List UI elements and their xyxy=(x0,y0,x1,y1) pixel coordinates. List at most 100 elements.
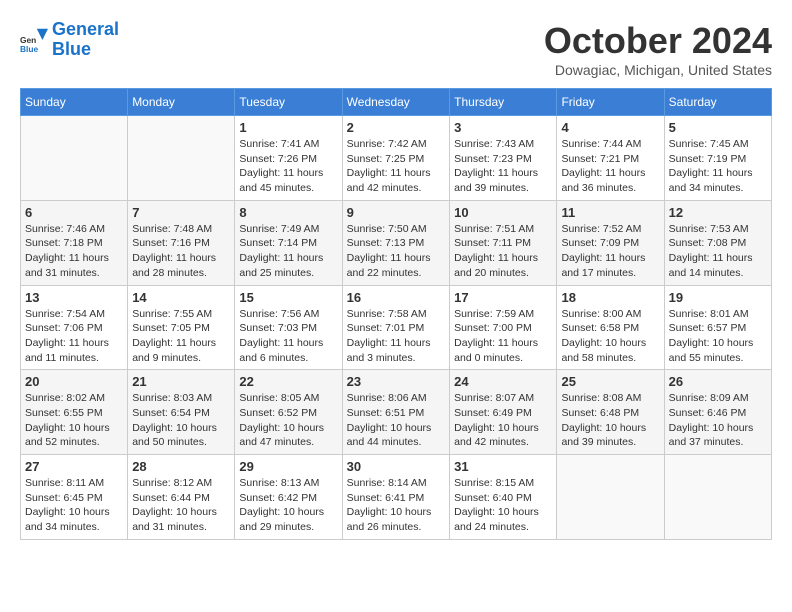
table-row: 25 Sunrise: 8:08 AMSunset: 6:48 PMDayligh… xyxy=(557,370,664,455)
day-number: 16 xyxy=(347,290,446,305)
table-row xyxy=(128,116,235,201)
day-info: Sunrise: 8:01 AMSunset: 6:57 PMDaylight:… xyxy=(669,307,767,366)
table-row: 8 Sunrise: 7:49 AMSunset: 7:14 PMDaylight… xyxy=(235,200,342,285)
day-number: 14 xyxy=(132,290,230,305)
day-info: Sunrise: 7:58 AMSunset: 7:01 PMDaylight:… xyxy=(347,307,446,366)
day-number: 6 xyxy=(25,205,123,220)
table-row: 6 Sunrise: 7:46 AMSunset: 7:18 PMDaylight… xyxy=(21,200,128,285)
day-info: Sunrise: 7:42 AMSunset: 7:25 PMDaylight:… xyxy=(347,137,446,196)
logo-text: General Blue xyxy=(52,20,119,60)
col-tuesday: Tuesday xyxy=(235,89,342,116)
month-title: October 2024 xyxy=(544,20,772,62)
logo-line2: Blue xyxy=(52,39,91,59)
col-thursday: Thursday xyxy=(450,89,557,116)
day-info: Sunrise: 7:51 AMSunset: 7:11 PMDaylight:… xyxy=(454,222,552,281)
day-info: Sunrise: 7:52 AMSunset: 7:09 PMDaylight:… xyxy=(561,222,659,281)
day-info: Sunrise: 8:07 AMSunset: 6:49 PMDaylight:… xyxy=(454,391,552,450)
day-info: Sunrise: 8:11 AMSunset: 6:45 PMDaylight:… xyxy=(25,476,123,535)
col-wednesday: Wednesday xyxy=(342,89,450,116)
day-info: Sunrise: 7:59 AMSunset: 7:00 PMDaylight:… xyxy=(454,307,552,366)
day-number: 7 xyxy=(132,205,230,220)
day-number: 9 xyxy=(347,205,446,220)
location: Dowagiac, Michigan, United States xyxy=(544,62,772,78)
day-number: 2 xyxy=(347,120,446,135)
col-sunday: Sunday xyxy=(21,89,128,116)
table-row: 30 Sunrise: 8:14 AMSunset: 6:41 PMDayligh… xyxy=(342,455,450,540)
day-info: Sunrise: 7:50 AMSunset: 7:13 PMDaylight:… xyxy=(347,222,446,281)
day-number: 18 xyxy=(561,290,659,305)
day-number: 4 xyxy=(561,120,659,135)
table-row: 24 Sunrise: 8:07 AMSunset: 6:49 PMDayligh… xyxy=(450,370,557,455)
day-number: 8 xyxy=(239,205,337,220)
day-number: 19 xyxy=(669,290,767,305)
table-row: 28 Sunrise: 8:12 AMSunset: 6:44 PMDayligh… xyxy=(128,455,235,540)
day-number: 25 xyxy=(561,374,659,389)
table-row xyxy=(21,116,128,201)
table-row: 27 Sunrise: 8:11 AMSunset: 6:45 PMDayligh… xyxy=(21,455,128,540)
table-row: 15 Sunrise: 7:56 AMSunset: 7:03 PMDayligh… xyxy=(235,285,342,370)
calendar-table: Sunday Monday Tuesday Wednesday Thursday… xyxy=(20,88,772,540)
day-info: Sunrise: 8:00 AMSunset: 6:58 PMDaylight:… xyxy=(561,307,659,366)
day-info: Sunrise: 8:03 AMSunset: 6:54 PMDaylight:… xyxy=(132,391,230,450)
table-row xyxy=(664,455,771,540)
day-info: Sunrise: 7:56 AMSunset: 7:03 PMDaylight:… xyxy=(239,307,337,366)
table-row: 23Sunrise: 8:06 AMSunset: 6:51 PMDayligh… xyxy=(342,370,450,455)
table-row: 17 Sunrise: 7:59 AMSunset: 7:00 PMDayligh… xyxy=(450,285,557,370)
day-info: Sunrise: 7:55 AMSunset: 7:05 PMDaylight:… xyxy=(132,307,230,366)
day-number: 3 xyxy=(454,120,552,135)
day-info: Sunrise: 8:12 AMSunset: 6:44 PMDaylight:… xyxy=(132,476,230,535)
table-row: 12 Sunrise: 7:53 AMSunset: 7:08 PMDayligh… xyxy=(664,200,771,285)
calendar-header-row: Sunday Monday Tuesday Wednesday Thursday… xyxy=(21,89,772,116)
day-number: 12 xyxy=(669,205,767,220)
table-row: 31 Sunrise: 8:15 AMSunset: 6:40 PMDayligh… xyxy=(450,455,557,540)
table-row: 11Sunrise: 7:52 AMSunset: 7:09 PMDayligh… xyxy=(557,200,664,285)
table-row: 5Sunrise: 7:45 AMSunset: 7:19 PMDaylight… xyxy=(664,116,771,201)
table-row: 13Sunrise: 7:54 AMSunset: 7:06 PMDayligh… xyxy=(21,285,128,370)
day-info: Sunrise: 8:08 AMSunset: 6:48 PMDaylight:… xyxy=(561,391,659,450)
table-row: 14 Sunrise: 7:55 AMSunset: 7:05 PMDayligh… xyxy=(128,285,235,370)
col-saturday: Saturday xyxy=(664,89,771,116)
day-info: Sunrise: 7:45 AMSunset: 7:19 PMDaylight:… xyxy=(669,137,767,196)
table-row xyxy=(557,455,664,540)
logo: GenBlue General Blue xyxy=(20,20,119,60)
day-number: 17 xyxy=(454,290,552,305)
day-number: 24 xyxy=(454,374,552,389)
day-info: Sunrise: 8:05 AMSunset: 6:52 PMDaylight:… xyxy=(239,391,337,450)
day-info: Sunrise: 8:15 AMSunset: 6:40 PMDaylight:… xyxy=(454,476,552,535)
day-number: 26 xyxy=(669,374,767,389)
table-row: 4Sunrise: 7:44 AMSunset: 7:21 PMDaylight… xyxy=(557,116,664,201)
day-info: Sunrise: 7:53 AMSunset: 7:08 PMDaylight:… xyxy=(669,222,767,281)
day-info: Sunrise: 7:43 AMSunset: 7:23 PMDaylight:… xyxy=(454,137,552,196)
day-info: Sunrise: 7:41 AMSunset: 7:26 PMDaylight:… xyxy=(239,137,337,196)
col-friday: Friday xyxy=(557,89,664,116)
day-number: 1 xyxy=(239,120,337,135)
calendar-week-row: 13Sunrise: 7:54 AMSunset: 7:06 PMDayligh… xyxy=(21,285,772,370)
day-number: 31 xyxy=(454,459,552,474)
day-number: 23 xyxy=(347,374,446,389)
table-row: 9 Sunrise: 7:50 AMSunset: 7:13 PMDaylight… xyxy=(342,200,450,285)
logo-line1: General xyxy=(52,19,119,39)
day-number: 22 xyxy=(239,374,337,389)
day-info: Sunrise: 8:13 AMSunset: 6:42 PMDaylight:… xyxy=(239,476,337,535)
day-info: Sunrise: 7:49 AMSunset: 7:14 PMDaylight:… xyxy=(239,222,337,281)
table-row: 21Sunrise: 8:03 AMSunset: 6:54 PMDayligh… xyxy=(128,370,235,455)
table-row: 29 Sunrise: 8:13 AMSunset: 6:42 PMDayligh… xyxy=(235,455,342,540)
page-header: GenBlue General Blue October 2024 Dowagi… xyxy=(20,20,772,78)
logo-icon: GenBlue xyxy=(20,26,48,54)
table-row: 22 Sunrise: 8:05 AMSunset: 6:52 PMDayligh… xyxy=(235,370,342,455)
calendar-week-row: 1 Sunrise: 7:41 AMSunset: 7:26 PMDaylight… xyxy=(21,116,772,201)
day-number: 15 xyxy=(239,290,337,305)
day-number: 27 xyxy=(25,459,123,474)
day-number: 29 xyxy=(239,459,337,474)
day-info: Sunrise: 8:14 AMSunset: 6:41 PMDaylight:… xyxy=(347,476,446,535)
day-info: Sunrise: 8:02 AMSunset: 6:55 PMDaylight:… xyxy=(25,391,123,450)
day-info: Sunrise: 7:54 AMSunset: 7:06 PMDaylight:… xyxy=(25,307,123,366)
day-number: 30 xyxy=(347,459,446,474)
table-row: 18 Sunrise: 8:00 AMSunset: 6:58 PMDayligh… xyxy=(557,285,664,370)
day-info: Sunrise: 7:48 AMSunset: 7:16 PMDaylight:… xyxy=(132,222,230,281)
day-number: 28 xyxy=(132,459,230,474)
day-info: Sunrise: 8:09 AMSunset: 6:46 PMDaylight:… xyxy=(669,391,767,450)
calendar-week-row: 27 Sunrise: 8:11 AMSunset: 6:45 PMDayligh… xyxy=(21,455,772,540)
day-info: Sunrise: 7:46 AMSunset: 7:18 PMDaylight:… xyxy=(25,222,123,281)
table-row: 1 Sunrise: 7:41 AMSunset: 7:26 PMDaylight… xyxy=(235,116,342,201)
